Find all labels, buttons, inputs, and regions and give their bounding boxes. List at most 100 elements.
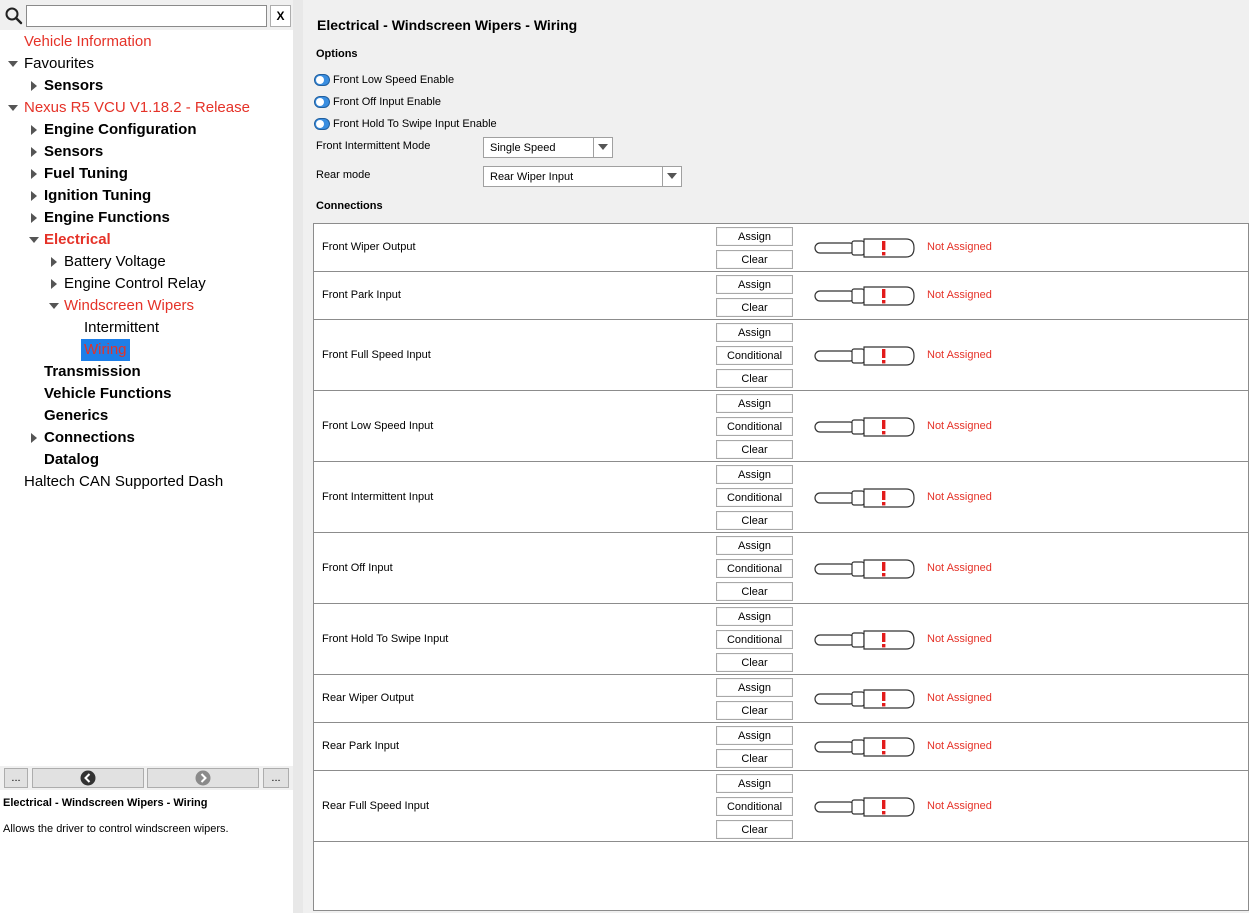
toggle-switch[interactable]: [314, 118, 330, 130]
tree-item[interactable]: Haltech CAN Supported Dash: [0, 471, 293, 493]
tree-item[interactable]: Engine Configuration: [0, 119, 293, 141]
chevron-right-icon[interactable]: [27, 119, 41, 141]
connection-row: Rear Park Input Assign Clear Not Assigned: [314, 723, 1248, 771]
assign-button[interactable]: Assign: [716, 275, 793, 294]
chevron-right-icon[interactable]: [27, 163, 41, 185]
tree-item[interactable]: Nexus R5 VCU V1.18.2 - Release: [0, 97, 293, 119]
assign-button[interactable]: Assign: [716, 678, 793, 697]
connection-name: Front Off Input: [322, 561, 393, 574]
toggle-front-hold-to-swipe[interactable]: Front Hold To Swipe Input Enable: [314, 116, 497, 132]
tree-item[interactable]: Electrical: [0, 229, 293, 251]
assign-button[interactable]: Assign: [716, 227, 793, 246]
history-nav-bar: ... ...: [0, 766, 293, 790]
connection-row: Front Hold To Swipe Input Assign Condition…: [314, 604, 1248, 675]
clear-button[interactable]: Clear: [716, 653, 793, 672]
clear-button[interactable]: Clear: [716, 701, 793, 720]
tree-item[interactable]: Windscreen Wipers: [0, 295, 293, 317]
chevron-down-icon[interactable]: [47, 295, 61, 317]
page-title: Electrical - Windscreen Wipers - Wiring: [317, 17, 578, 33]
connection-row: Front Park Input Assign Clear Not Assigned: [314, 272, 1248, 320]
toggle-label: Front Off Input Enable: [333, 96, 442, 108]
select-value: Rear Wiper Input: [490, 171, 574, 183]
chevron-down-icon[interactable]: [593, 138, 612, 157]
toggle-switch[interactable]: [314, 96, 330, 108]
tree-item[interactable]: Engine Functions: [0, 207, 293, 229]
toggle-front-off-input[interactable]: Front Off Input Enable: [314, 94, 441, 110]
conditional-button[interactable]: Conditional: [716, 417, 793, 436]
options-heading: Options: [316, 48, 358, 60]
tree-item[interactable]: Generics: [0, 405, 293, 427]
connection-name: Rear Park Input: [322, 740, 400, 752]
assign-button[interactable]: Assign: [716, 607, 793, 626]
chevron-right-icon[interactable]: [27, 141, 41, 163]
front-intermittent-mode-select[interactable]: Single Speed: [483, 137, 613, 158]
tree-item[interactable]: Fuel Tuning: [0, 163, 293, 185]
connection-status: Not Assigned: [927, 740, 992, 752]
tree-item[interactable]: Transmission: [0, 361, 293, 383]
tree-item[interactable]: Vehicle Information: [0, 31, 293, 53]
connection-row: Front Full Speed Input Assign Conditional C…: [314, 320, 1248, 391]
chevron-right-icon[interactable]: [47, 273, 61, 295]
connector-plug-icon: [814, 238, 916, 263]
conditional-button[interactable]: Conditional: [716, 488, 793, 507]
more-right-button[interactable]: ...: [263, 768, 289, 788]
clear-button[interactable]: Clear: [716, 820, 793, 839]
clear-button[interactable]: Clear: [716, 298, 793, 317]
assign-button[interactable]: Assign: [716, 726, 793, 745]
connection-row: Rear Full Speed Input Assign Conditional Cl…: [314, 771, 1248, 842]
assign-button[interactable]: Assign: [716, 323, 793, 342]
forward-button[interactable]: [147, 768, 259, 788]
chevron-down-icon[interactable]: [6, 53, 20, 75]
conditional-button[interactable]: Conditional: [716, 797, 793, 816]
assign-button[interactable]: Assign: [716, 774, 793, 793]
tree-item[interactable]: Vehicle Functions: [0, 383, 293, 405]
chevron-right-icon[interactable]: [27, 75, 41, 97]
tree-item[interactable]: Favourites: [0, 53, 293, 75]
clear-button[interactable]: Clear: [716, 440, 793, 459]
tree-item[interactable]: Sensors: [0, 141, 293, 163]
chevron-right-icon[interactable]: [47, 251, 61, 273]
connection-name: Front Intermittent Input: [322, 490, 434, 503]
connection-status: Not Assigned: [927, 692, 992, 704]
tree-item-label: Connections: [44, 429, 135, 446]
tree-item[interactable]: Engine Control Relay: [0, 273, 293, 295]
rear-mode-select[interactable]: Rear Wiper Input: [483, 166, 682, 187]
tree-item-label: Sensors: [44, 143, 104, 160]
chevron-right-icon[interactable]: [27, 207, 41, 229]
connection-name: Front Low Speed Input: [322, 419, 434, 432]
clear-button[interactable]: Clear: [716, 369, 793, 388]
search-input[interactable]: [26, 5, 267, 27]
tree-item[interactable]: Datalog: [0, 449, 293, 471]
chevron-right-icon[interactable]: [27, 427, 41, 449]
toggle-switch[interactable]: [314, 74, 330, 86]
toggle-front-low-speed[interactable]: Front Low Speed Enable: [314, 72, 454, 88]
panel-splitter[interactable]: [293, 0, 303, 913]
conditional-button[interactable]: Conditional: [716, 630, 793, 649]
tree-item[interactable]: Connections: [0, 427, 293, 449]
tree-item[interactable]: Ignition Tuning: [0, 185, 293, 207]
back-button[interactable]: [32, 768, 144, 788]
clear-button[interactable]: Clear: [716, 749, 793, 768]
clear-button[interactable]: Clear: [716, 582, 793, 601]
assign-button[interactable]: Assign: [716, 394, 793, 413]
tree-item[interactable]: Sensors: [0, 75, 293, 97]
clear-button[interactable]: Clear: [716, 511, 793, 530]
tree-item[interactable]: Battery Voltage: [0, 251, 293, 273]
more-left-button[interactable]: ...: [4, 768, 28, 788]
search-icon[interactable]: [4, 6, 24, 26]
chevron-right-icon[interactable]: [27, 185, 41, 207]
connector-plug-icon: [814, 286, 916, 311]
chevron-down-icon[interactable]: [662, 167, 681, 186]
clear-button[interactable]: Clear: [716, 250, 793, 269]
assign-button[interactable]: Assign: [716, 536, 793, 555]
conditional-button[interactable]: Conditional: [716, 559, 793, 578]
assign-button[interactable]: Assign: [716, 465, 793, 484]
connection-status: Not Assigned: [927, 490, 992, 503]
tree-item[interactable]: Wiring: [0, 339, 293, 361]
conditional-button[interactable]: Conditional: [716, 346, 793, 365]
toggle-label: Front Low Speed Enable: [333, 74, 455, 86]
tree-item[interactable]: Intermittent: [0, 317, 293, 339]
chevron-down-icon[interactable]: [6, 97, 20, 119]
clear-search-button[interactable]: X: [270, 5, 291, 27]
chevron-down-icon[interactable]: [27, 229, 41, 251]
